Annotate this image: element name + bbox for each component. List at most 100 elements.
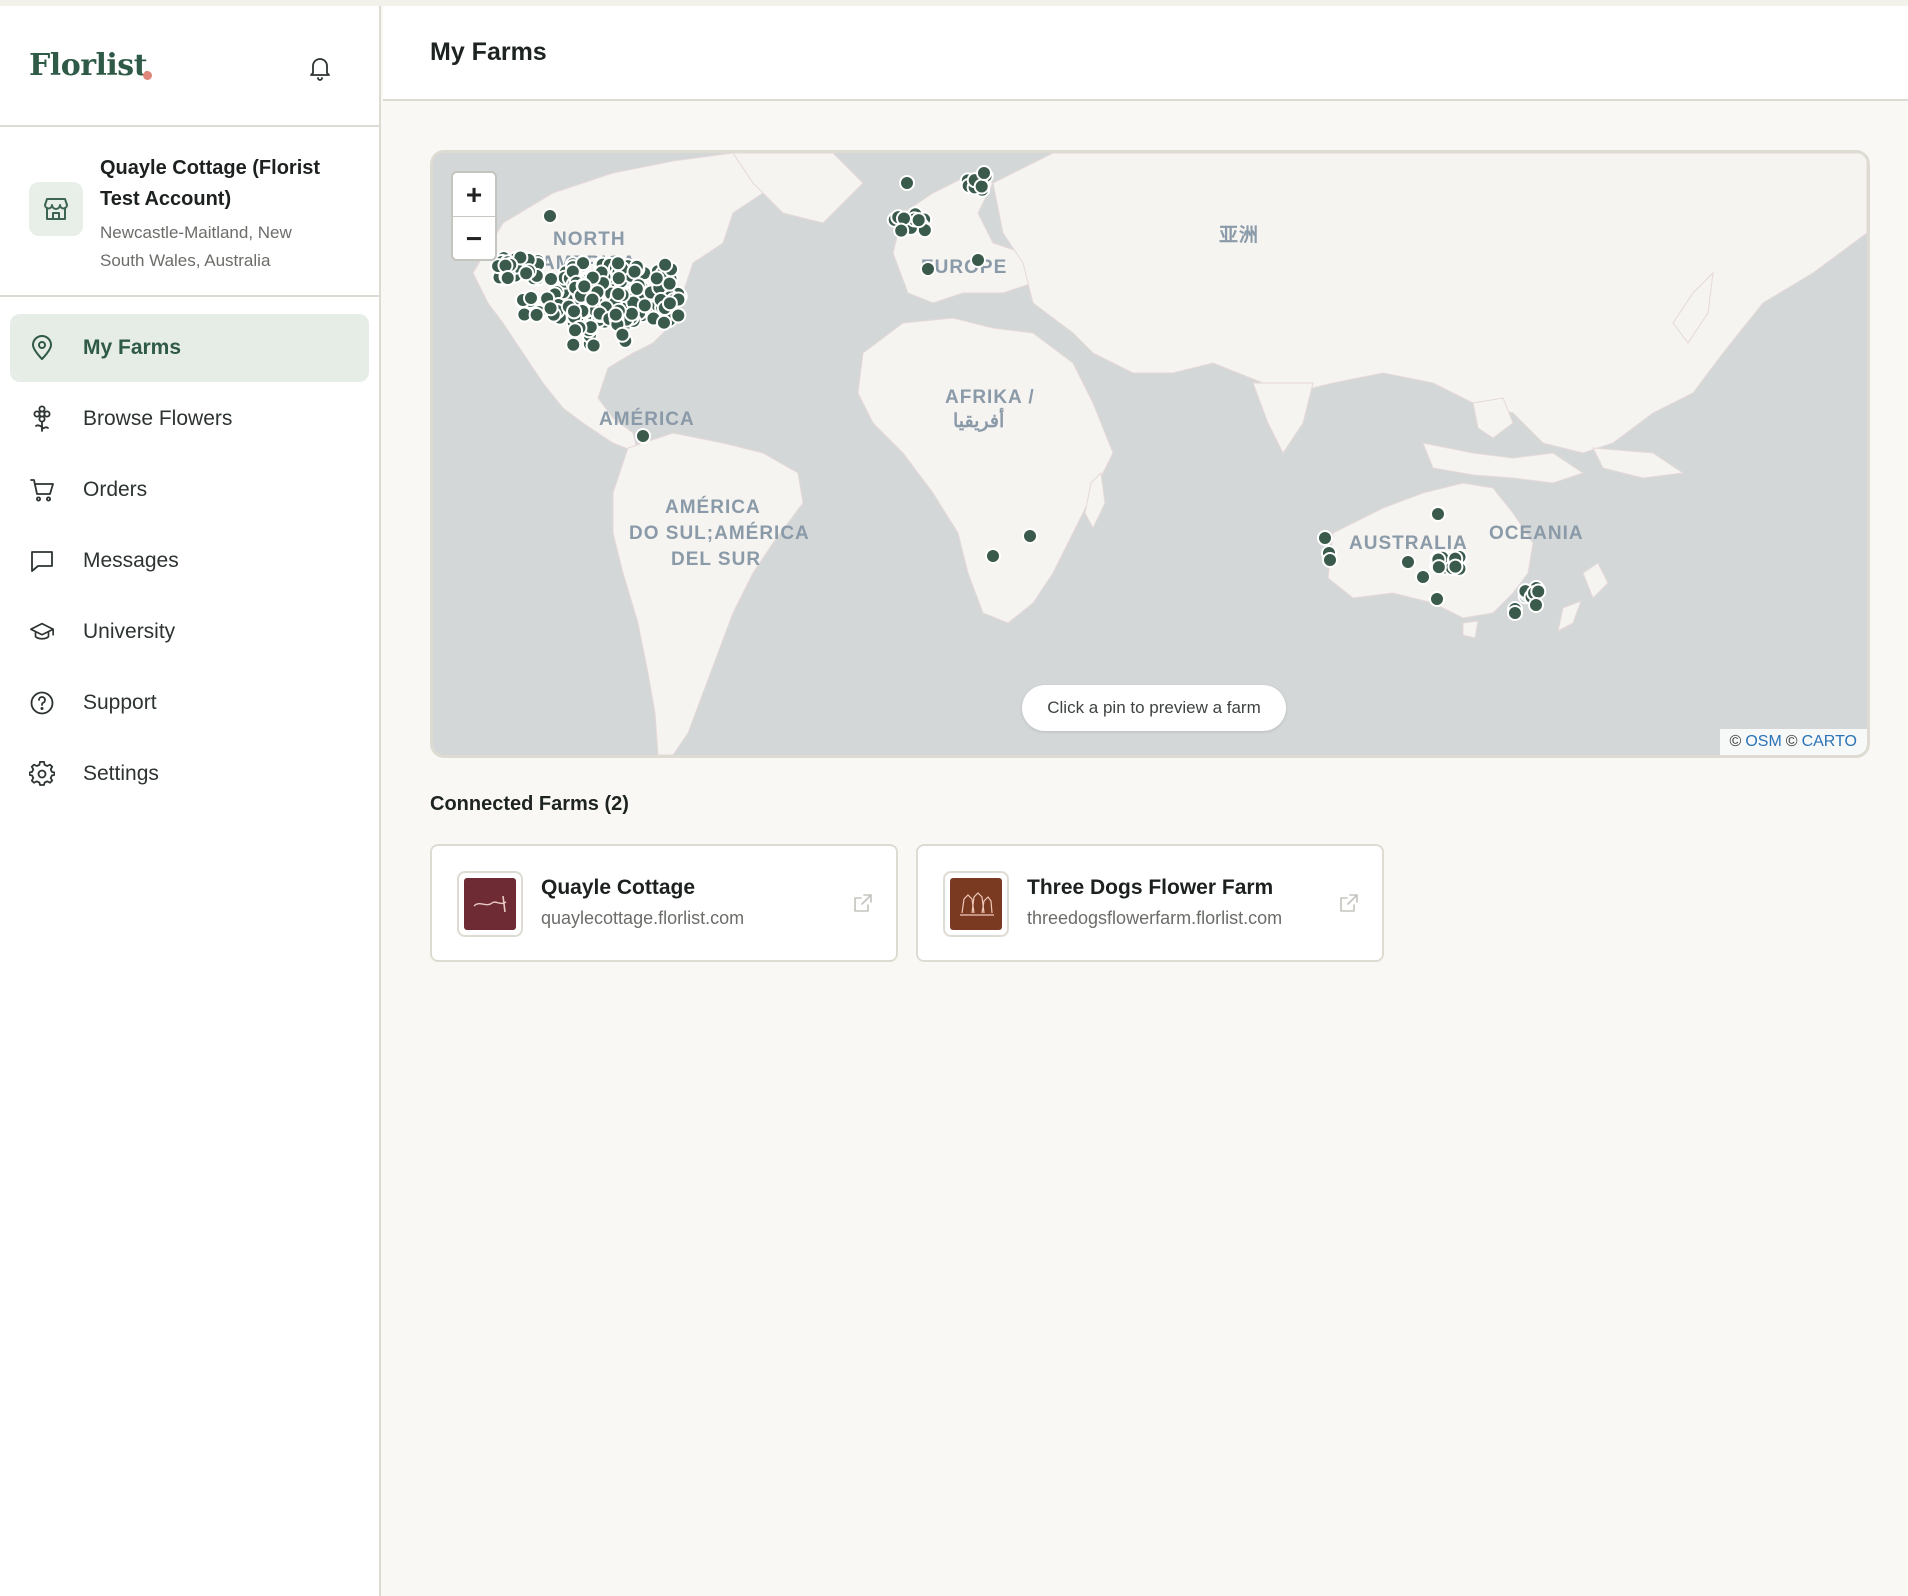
notifications-bell-icon[interactable] — [306, 54, 334, 82]
farm-pin[interactable] — [976, 165, 992, 181]
connected-farms-title: Connected Farms (2) — [430, 793, 629, 815]
farm-pin[interactable] — [657, 256, 674, 273]
farm-pin[interactable] — [1400, 554, 1416, 570]
land-tasmania — [1462, 620, 1479, 639]
farm-card[interactable]: Quayle Cottage quaylecottage.florlist.co… — [430, 844, 898, 962]
farm-pin[interactable] — [610, 270, 627, 287]
sidebar-item-label: Messages — [83, 549, 179, 572]
farm-pin[interactable] — [585, 337, 602, 354]
zoom-control: + − — [451, 171, 497, 261]
sidebar-item-messages[interactable]: Messages — [10, 527, 369, 595]
farm-pin[interactable] — [970, 252, 986, 268]
farm-pin[interactable] — [920, 261, 936, 277]
external-link-icon[interactable] — [852, 892, 874, 914]
farm-pin[interactable] — [610, 285, 627, 302]
farm-pin[interactable] — [565, 336, 582, 353]
world-map[interactable]: NORTH AMERICA EUROPE 亚洲 AFRIKA / أفريقيا… — [433, 153, 1867, 755]
farm-pin[interactable] — [1447, 558, 1464, 575]
sidebar: Florlist Quayle Cottage (Florist Test Ac… — [0, 6, 381, 1596]
farm-pin[interactable] — [626, 263, 643, 280]
farm-pin[interactable] — [576, 278, 593, 295]
map-label-north-america: NORTH — [553, 229, 626, 250]
page-title: My Farms — [430, 38, 547, 66]
map-label-south-america-2: DO SUL;AMÉRICA — [629, 522, 810, 544]
farm-pin[interactable] — [1022, 528, 1038, 544]
farm-pin[interactable] — [973, 178, 990, 195]
map-label-africa-2: أفريقيا — [953, 407, 1004, 432]
farm-pin[interactable] — [1430, 506, 1446, 522]
farm-pin[interactable] — [543, 271, 559, 287]
farm-pin[interactable] — [542, 208, 558, 224]
farm-card[interactable]: Three Dogs Flower Farm threedogsflowerfa… — [916, 844, 1384, 962]
account-summary[interactable]: Quayle Cottage (Florist Test Account) Ne… — [0, 127, 379, 297]
main-content: My Farms NORTH EUROPE 亚洲 AFRIKA / أفريقي… — [383, 6, 1908, 1596]
farm-pin[interactable] — [1415, 569, 1431, 585]
farm-pin[interactable] — [636, 297, 653, 314]
sidebar-item-label: University — [83, 620, 176, 643]
farm-pin[interactable] — [584, 291, 601, 308]
farm-pin[interactable] — [910, 212, 927, 229]
farm-pin[interactable] — [565, 303, 582, 320]
farm-pin[interactable] — [985, 548, 1001, 564]
carto-link[interactable]: CARTO — [1802, 733, 1857, 751]
sidebar-item-label: My Farms — [83, 336, 182, 359]
gear-icon — [29, 761, 55, 787]
brand-row: Florlist — [0, 6, 379, 127]
farm-pin[interactable] — [1322, 552, 1338, 568]
map-label-oceania: OCEANIA — [1489, 523, 1584, 544]
farm-pin[interactable] — [899, 175, 915, 191]
map-pin-icon — [29, 335, 55, 361]
farm-pin[interactable] — [1530, 583, 1547, 600]
brand-logo[interactable]: Florlist — [29, 48, 148, 83]
map-label-america: AMÉRICA — [599, 408, 695, 430]
farms-map[interactable]: NORTH AMERICA EUROPE 亚洲 AFRIKA / أفريقيا… — [430, 150, 1870, 758]
farm-pin[interactable] — [1507, 605, 1523, 621]
farm-pin[interactable] — [1528, 597, 1544, 613]
sidebar-item-university[interactable]: University — [10, 598, 369, 666]
farm-pin[interactable] — [607, 306, 624, 323]
farm-logo — [457, 871, 523, 937]
farm-pin[interactable] — [655, 314, 672, 331]
farm-pin[interactable] — [523, 290, 539, 306]
storefront-icon — [29, 182, 83, 236]
farm-pin[interactable] — [648, 270, 665, 287]
farm-pin[interactable] — [1429, 591, 1445, 607]
farm-name: Three Dogs Flower Farm — [1027, 876, 1274, 899]
map-hint: Click a pin to preview a farm — [1022, 685, 1286, 731]
page-header: My Farms — [383, 6, 1908, 101]
sidebar-item-my-farms[interactable]: My Farms — [10, 314, 369, 382]
farm-pin[interactable] — [518, 265, 535, 282]
osm-link[interactable]: OSM — [1745, 733, 1781, 751]
copyright-symbol: © — [1785, 733, 1798, 750]
farm-url: threedogsflowerfarm.florlist.com — [1027, 908, 1283, 928]
farm-pin[interactable] — [1430, 559, 1447, 576]
farm-pin[interactable] — [567, 322, 584, 339]
sidebar-item-support[interactable]: Support — [10, 669, 369, 737]
zoom-out-button[interactable]: − — [453, 217, 495, 259]
sidebar-item-settings[interactable]: Settings — [10, 740, 369, 808]
external-link-icon[interactable] — [1338, 892, 1360, 914]
farm-pin[interactable] — [499, 270, 516, 287]
farm-pin[interactable] — [661, 295, 678, 312]
farm-pin[interactable] — [614, 326, 631, 343]
farm-pin[interactable] — [623, 305, 640, 322]
farm-pin[interactable] — [635, 428, 651, 444]
map-attribution: © OSM © CARTO — [1719, 729, 1867, 755]
zoom-in-button[interactable]: + — [453, 173, 495, 217]
farm-pin[interactable] — [670, 307, 687, 324]
farm-pin[interactable] — [528, 306, 545, 323]
account-name: Quayle Cottage (Florist Test Account) — [100, 157, 321, 210]
sidebar-item-browse-flowers[interactable]: Browse Flowers — [10, 385, 369, 453]
farm-pin[interactable] — [542, 300, 559, 317]
sidebar-item-label: Settings — [83, 762, 159, 785]
farm-pin[interactable] — [628, 280, 645, 297]
farm-logo-image — [464, 878, 516, 930]
copyright-symbol: © — [1729, 733, 1742, 750]
sidebar-item-orders[interactable]: Orders — [10, 456, 369, 524]
sidebar-item-label: Orders — [83, 478, 148, 501]
cart-icon — [29, 477, 55, 503]
farm-pin[interactable] — [610, 255, 627, 272]
map-label-asia: 亚洲 — [1219, 224, 1259, 246]
farm-pin[interactable] — [1317, 530, 1333, 546]
farm-pin[interactable] — [893, 222, 910, 239]
